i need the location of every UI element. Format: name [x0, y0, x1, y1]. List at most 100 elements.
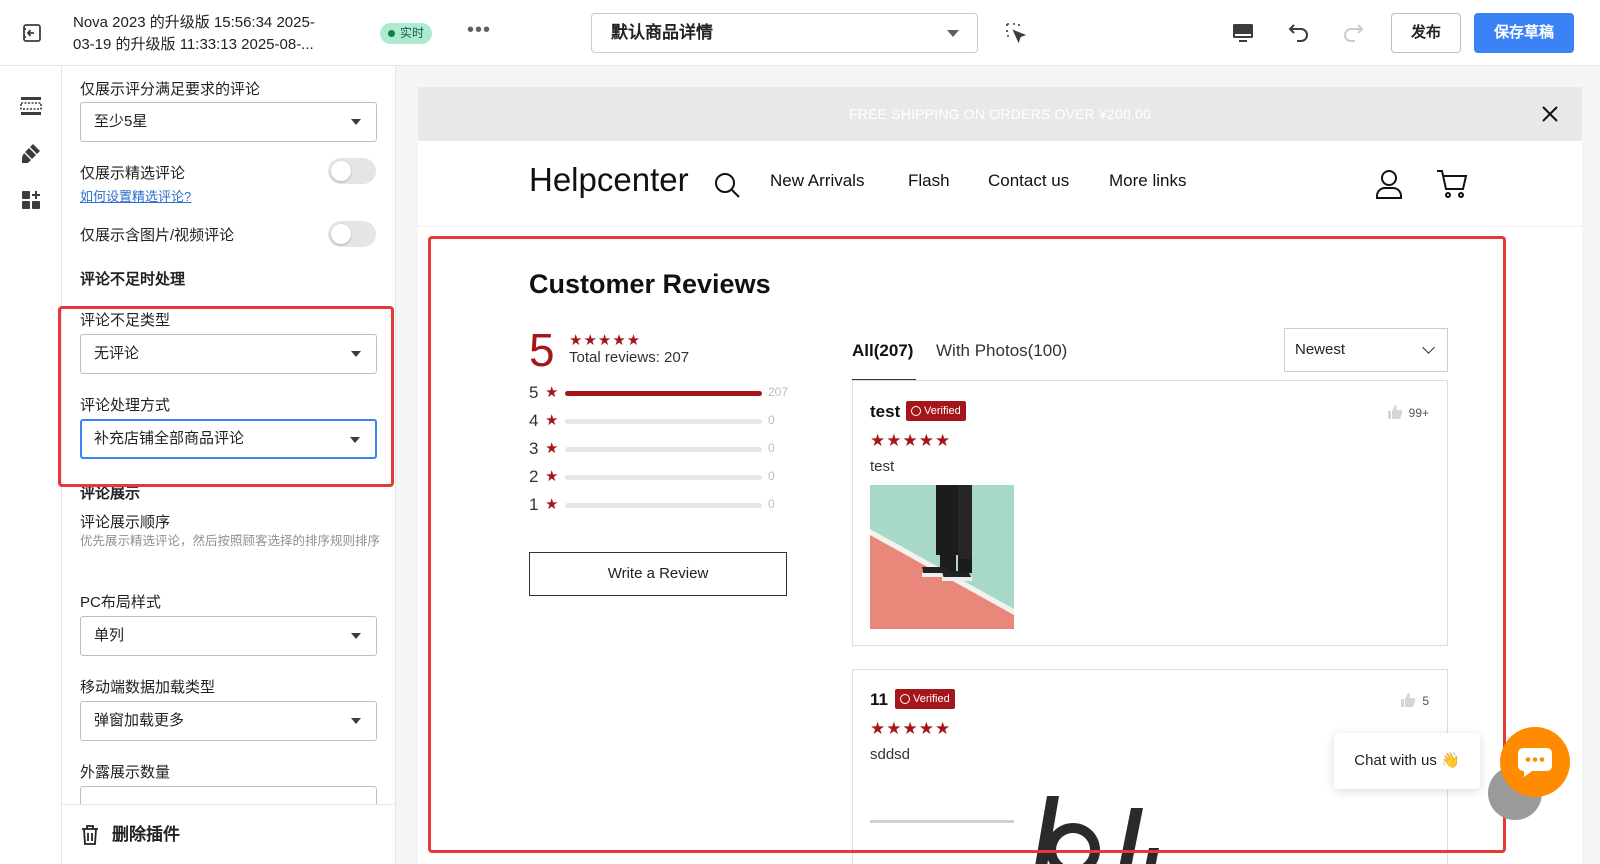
cart-icon[interactable] [1436, 169, 1468, 199]
display-heading: 评论展示 [80, 485, 141, 502]
theme-brush-icon[interactable] [19, 141, 43, 165]
nav-flash[interactable]: Flash [908, 171, 950, 191]
featured-only-toggle[interactable] [328, 158, 376, 184]
publish-button[interactable]: 发布 [1391, 13, 1461, 53]
theme-title-line-2: 03-19 的升级版 11:33:13 2025-08-... [73, 36, 314, 53]
like-count-value: 99+ [1408, 406, 1429, 420]
insufficient-type-value: 无评论 [94, 345, 140, 362]
like-count[interactable]: 99+ [1387, 405, 1429, 420]
handling-method-value: 补充店铺全部商品评论 [94, 430, 245, 447]
close-icon[interactable] [1538, 102, 1562, 126]
select-element-icon[interactable] [1005, 22, 1027, 44]
rating-row-stars: 5 [529, 383, 539, 402]
handling-method-select[interactable]: 补充店铺全部商品评论 [80, 419, 377, 459]
sort-select[interactable]: Newest [1284, 328, 1448, 372]
sections-icon[interactable] [19, 94, 43, 118]
undo-icon[interactable] [1286, 20, 1312, 46]
caret-down-icon [350, 437, 360, 443]
verified-badge: Verified [895, 689, 955, 709]
pc-layout-value: 单列 [94, 627, 125, 644]
caret-down-icon [351, 119, 361, 125]
review-author: test [870, 402, 901, 421]
total-reviews: Total reviews: 207 [569, 349, 690, 366]
rating-filter-label: 仅展示评分满足要求的评论 [80, 81, 261, 98]
review-author: 11 [870, 690, 888, 709]
media-only-toggle[interactable] [328, 221, 376, 247]
rating-row-count: 207 [768, 385, 789, 399]
sort-value: Newest [1295, 341, 1346, 358]
caret-down-icon [351, 633, 361, 639]
mobile-load-label: 移动端数据加载类型 [80, 679, 216, 696]
review-text: test [870, 458, 895, 475]
redo-icon[interactable] [1340, 20, 1366, 46]
user-icon[interactable] [1375, 169, 1403, 199]
rating-row-2: 2 ★ 0 [529, 467, 809, 487]
insufficient-type-select[interactable]: 无评论 [80, 334, 377, 374]
mobile-load-select[interactable]: 弹窗加载更多 [80, 701, 377, 741]
average-score: 5 [529, 324, 555, 376]
reviews-title: Customer Reviews [529, 269, 771, 299]
review-photo[interactable] [870, 485, 1014, 629]
review-photo[interactable] [870, 782, 1014, 864]
review-stars: ★★★★★ [870, 719, 952, 738]
theme-title: Nova 2023 的升级版 15:56:34 2025- 03-19 的升级版… [73, 12, 363, 56]
rating-row-count: 0 [768, 469, 775, 483]
star-icon: ★ [545, 468, 559, 485]
star-icon: ★ [545, 412, 559, 429]
rating-row-3: 3 ★ 0 [529, 439, 809, 459]
apps-icon[interactable] [19, 188, 43, 212]
like-count[interactable]: 5 [1400, 693, 1429, 708]
rating-bar-track [565, 475, 762, 480]
store-header: Helpcenter New Arrivals Flash Contact us… [418, 141, 1582, 227]
rating-row-5: 5 ★ 207 [529, 383, 809, 403]
search-icon[interactable] [713, 171, 741, 199]
average-stars: ★★★★★ [569, 332, 642, 349]
caret-down-icon [351, 351, 361, 357]
nav-new-arrivals[interactable]: New Arrivals [770, 171, 864, 191]
chat-prompt-bubble[interactable]: Chat with us 👋 [1334, 733, 1480, 789]
review-text: sddsd [870, 746, 911, 763]
rating-row-count: 0 [768, 413, 775, 427]
review-photo-partial [1035, 796, 1159, 864]
theme-title-line-1: Nova 2023 的升级版 15:56:34 2025- [73, 14, 315, 31]
chat-icon [1518, 748, 1552, 777]
review-card: test Verified 99+ ★★★★★ test [852, 380, 1448, 646]
featured-help-link[interactable]: 如何设置精选评论? [80, 186, 191, 205]
rating-row-stars: 4 [529, 411, 539, 430]
more-icon[interactable]: ••• [467, 20, 493, 42]
block-settings-panel: 仅展示评分满足要求的评论 至少5星 仅展示精选评论 如何设置精选评论? 仅展示含… [62, 66, 396, 864]
delete-plugin-button[interactable]: 删除插件 [80, 823, 180, 847]
nav-contact-us[interactable]: Contact us [988, 171, 1069, 191]
display-order-label: 评论展示顺序 [80, 514, 171, 531]
rating-filter-select[interactable]: 至少5星 [80, 102, 377, 142]
page-template-select[interactable]: 默认商品详情 [591, 13, 978, 53]
rating-row-count: 0 [768, 497, 775, 511]
tab-all-reviews[interactable]: All(207) [852, 341, 913, 361]
review-stars: ★★★★★ [870, 431, 952, 450]
save-draft-button[interactable]: 保存草稿 [1474, 13, 1574, 53]
pc-layout-select[interactable]: 单列 [80, 616, 377, 656]
nav-more-links[interactable]: More links [1109, 171, 1186, 191]
store-logo[interactable]: Helpcenter [529, 161, 689, 199]
rating-row-stars: 3 [529, 439, 539, 458]
mobile-load-value: 弹窗加载更多 [94, 712, 185, 729]
rating-row-stars: 1 [529, 495, 539, 514]
tab-with-photos[interactable]: With Photos(100) [936, 341, 1067, 361]
rating-bar-track [565, 503, 762, 508]
announcement-bar: FREE SHIPPING ON ORDERS OVER ¥200.00 [418, 87, 1582, 141]
chat-launcher-button[interactable] [1500, 727, 1570, 797]
like-count-value: 5 [1422, 694, 1429, 708]
delete-plugin-label: 删除插件 [112, 825, 180, 844]
chevron-down-icon [1422, 341, 1435, 354]
pc-layout-label: PC布局样式 [80, 594, 161, 611]
editor-left-rail [0, 66, 62, 864]
write-review-button[interactable]: Write a Review [529, 552, 787, 596]
rating-row-count: 0 [768, 441, 775, 455]
exit-icon[interactable] [20, 21, 44, 45]
rating-bar-track [565, 419, 762, 424]
thumbs-up-icon [1401, 693, 1416, 707]
desktop-icon[interactable] [1230, 20, 1256, 46]
caret-down-icon [947, 30, 959, 37]
rating-row-stars: 2 [529, 467, 539, 486]
display-order-hint: 优先展示精选评论，然后按照顾客选择的排序规则排序 [80, 534, 381, 548]
